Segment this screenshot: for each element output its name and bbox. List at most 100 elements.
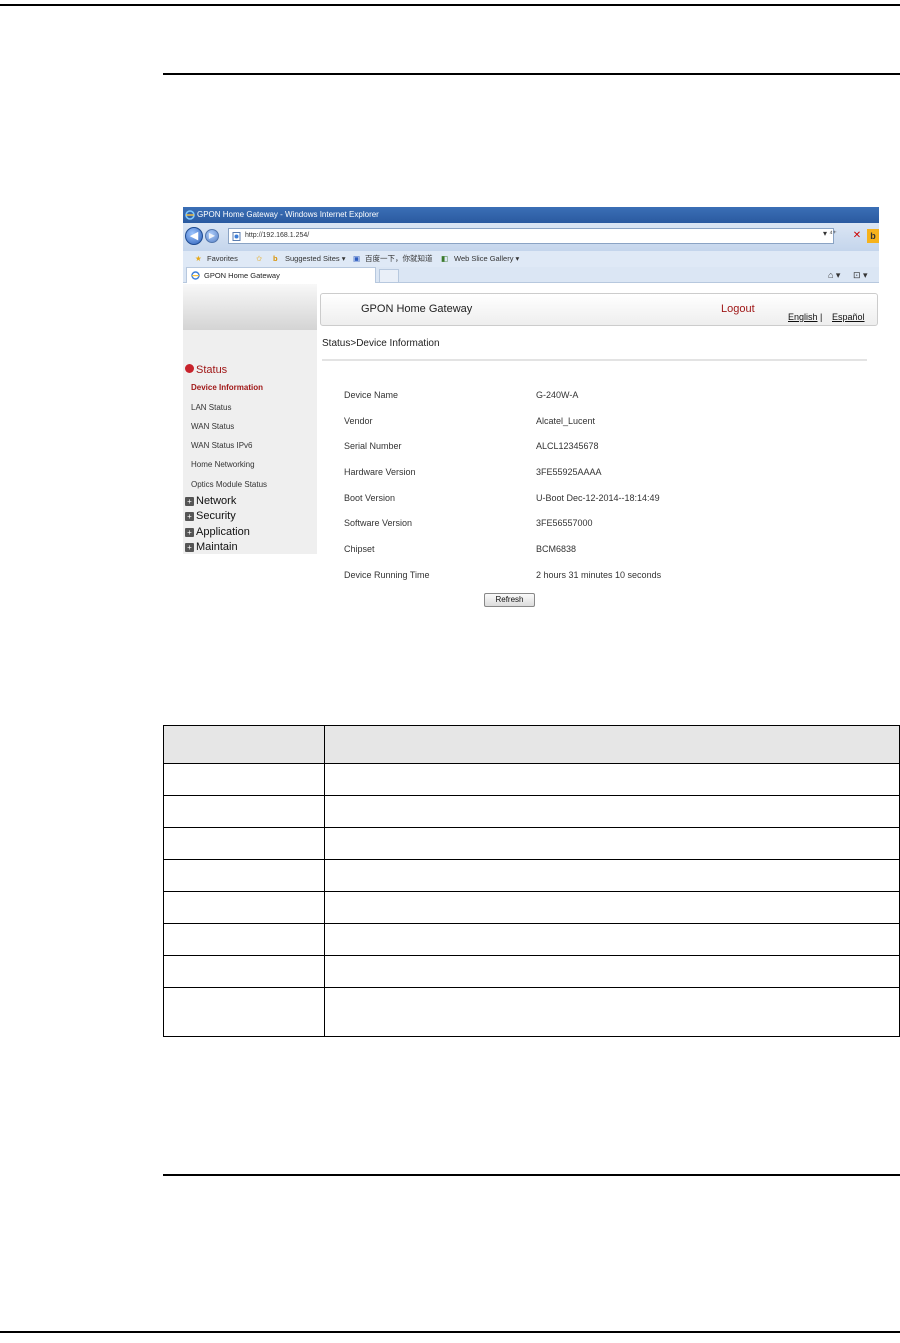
table-row (163, 763, 900, 796)
table-cell (163, 795, 325, 828)
info-value: 2 hours 31 minutes 10 seconds (536, 570, 662, 580)
menu-security[interactable]: + Security (185, 510, 236, 522)
menu-security-label: Security (196, 510, 236, 522)
info-label: Chipset (344, 544, 375, 554)
info-label: Vendor (344, 416, 373, 426)
bing-icon: b (273, 254, 278, 263)
favorites-bar: ★ Favorites ✩ b Suggested Sites ▾ ▣ 百度一下… (183, 251, 879, 267)
submenu-wan-status-ipv6[interactable]: WAN Status IPv6 (191, 441, 253, 450)
menu-application[interactable]: + Application (185, 526, 250, 538)
document-table (163, 725, 900, 1037)
submenu-device-information[interactable]: Device Information (191, 383, 263, 392)
tab-row: GPON Home Gateway ⌂ ▾ ⊡ ▾ (183, 267, 879, 283)
info-label: Boot Version (344, 493, 396, 503)
table-cell (163, 987, 325, 1037)
table-cell (324, 891, 900, 924)
submenu-lan-status[interactable]: LAN Status (191, 403, 231, 412)
forward-button[interactable]: ▶ (205, 229, 219, 243)
table-cell (324, 987, 900, 1037)
table-cell (324, 859, 900, 892)
refresh-button[interactable]: Refresh (484, 593, 535, 607)
back-arrow-icon: ◀ (189, 230, 199, 242)
address-bar[interactable]: http://192.168.1.254/ (228, 228, 834, 244)
feeds-icon[interactable]: ⊡ ▾ (853, 267, 868, 283)
espanol-link[interactable]: Español (832, 312, 865, 322)
header-rule (163, 73, 900, 75)
plus-icon: + (185, 528, 194, 537)
favorites-button[interactable]: Favorites (207, 251, 238, 267)
table-row (163, 859, 900, 892)
submenu-optics-module-status[interactable]: Optics Module Status (191, 480, 267, 489)
table-cell (324, 923, 900, 956)
table-row (163, 795, 900, 828)
window-title: GPON Home Gateway - Windows Internet Exp… (197, 210, 379, 219)
back-button[interactable]: ◀ (185, 227, 203, 245)
info-label: Software Version (344, 518, 413, 528)
plus-icon: + (185, 543, 194, 552)
favorites-star-icon[interactable]: ★ (195, 251, 202, 267)
info-value: 3FE56557000 (536, 518, 593, 528)
bottom-page-rule (0, 1331, 900, 1333)
stop-icon[interactable]: ✕ (850, 229, 864, 243)
baidu-link[interactable]: 百度一下，你就知道 (365, 251, 433, 267)
sidebar-header (183, 284, 317, 330)
suggested-sites-link[interactable]: Suggested Sites ▾ (285, 251, 345, 267)
page-title: GPON Home Gateway (361, 303, 473, 315)
tab-label: GPON Home Gateway (204, 271, 280, 280)
page-header: GPON Home Gateway Logout English | Españ… (320, 293, 878, 326)
submenu-home-networking[interactable]: Home Networking (191, 460, 255, 469)
address-row: ◀ ▶ http://192.168.1.254/ ▾ ⁴⁺ ✕ b (183, 223, 879, 251)
info-value: 3FE55925AAAA (536, 467, 602, 477)
page-icon (232, 232, 241, 241)
table-cell (324, 955, 900, 988)
info-value: ALCL12345678 (536, 441, 599, 451)
footer-rule (163, 1174, 900, 1176)
submenu-wan-status[interactable]: WAN Status (191, 422, 234, 431)
info-label: Device Running Time (344, 570, 430, 580)
plus-icon: + (185, 497, 194, 506)
web-slice-gallery-link[interactable]: Web Slice Gallery ▾ (454, 251, 519, 267)
logout-link[interactable]: Logout (721, 303, 755, 315)
info-label: Serial Number (344, 441, 402, 451)
menu-status[interactable]: Status (185, 364, 227, 376)
address-tools[interactable]: ▾ ⁴⁺ (823, 229, 837, 238)
table-cell (163, 955, 325, 988)
english-link[interactable]: English (788, 312, 818, 322)
ie-tab-icon (191, 271, 200, 280)
window-titlebar: GPON Home Gateway - Windows Internet Exp… (183, 207, 879, 223)
table-header-cell (324, 725, 900, 764)
table-cell (324, 827, 900, 860)
table-cell (163, 827, 325, 860)
info-value: BCM6838 (536, 544, 577, 554)
menu-status-label: Status (196, 364, 228, 376)
lang-separator: | (820, 312, 823, 322)
info-value: G-240W-A (536, 390, 579, 400)
new-tab-button[interactable] (379, 269, 399, 283)
table-row (163, 987, 900, 1037)
menu-maintain-label: Maintain (196, 541, 238, 553)
baidu-icon: ▣ (353, 254, 361, 263)
plus-icon: + (185, 512, 194, 521)
home-icon[interactable]: ⌂ ▾ (828, 267, 840, 283)
add-favorite-icon[interactable]: ✩ (256, 251, 262, 267)
menu-network[interactable]: + Network (185, 495, 236, 507)
table-cell (324, 795, 900, 828)
table-cell (163, 923, 325, 956)
breadcrumb-divider (322, 359, 867, 361)
table-cell (324, 763, 900, 796)
minus-icon (185, 364, 194, 373)
table-cell (163, 859, 325, 892)
table-row (163, 891, 900, 924)
table-cell (163, 891, 325, 924)
table-row (163, 827, 900, 860)
web-slice-icon: ◧ (441, 254, 449, 263)
menu-application-label: Application (196, 526, 250, 538)
table-header-cell (163, 725, 325, 764)
table-header-row (163, 725, 900, 764)
info-label: Hardware Version (344, 467, 416, 477)
address-text: http://192.168.1.254/ (245, 232, 310, 239)
table-row (163, 923, 900, 956)
tab-gpon-home-gateway[interactable]: GPON Home Gateway (186, 267, 376, 283)
bing-search-icon[interactable]: b (867, 229, 879, 243)
menu-maintain[interactable]: + Maintain (185, 541, 238, 553)
